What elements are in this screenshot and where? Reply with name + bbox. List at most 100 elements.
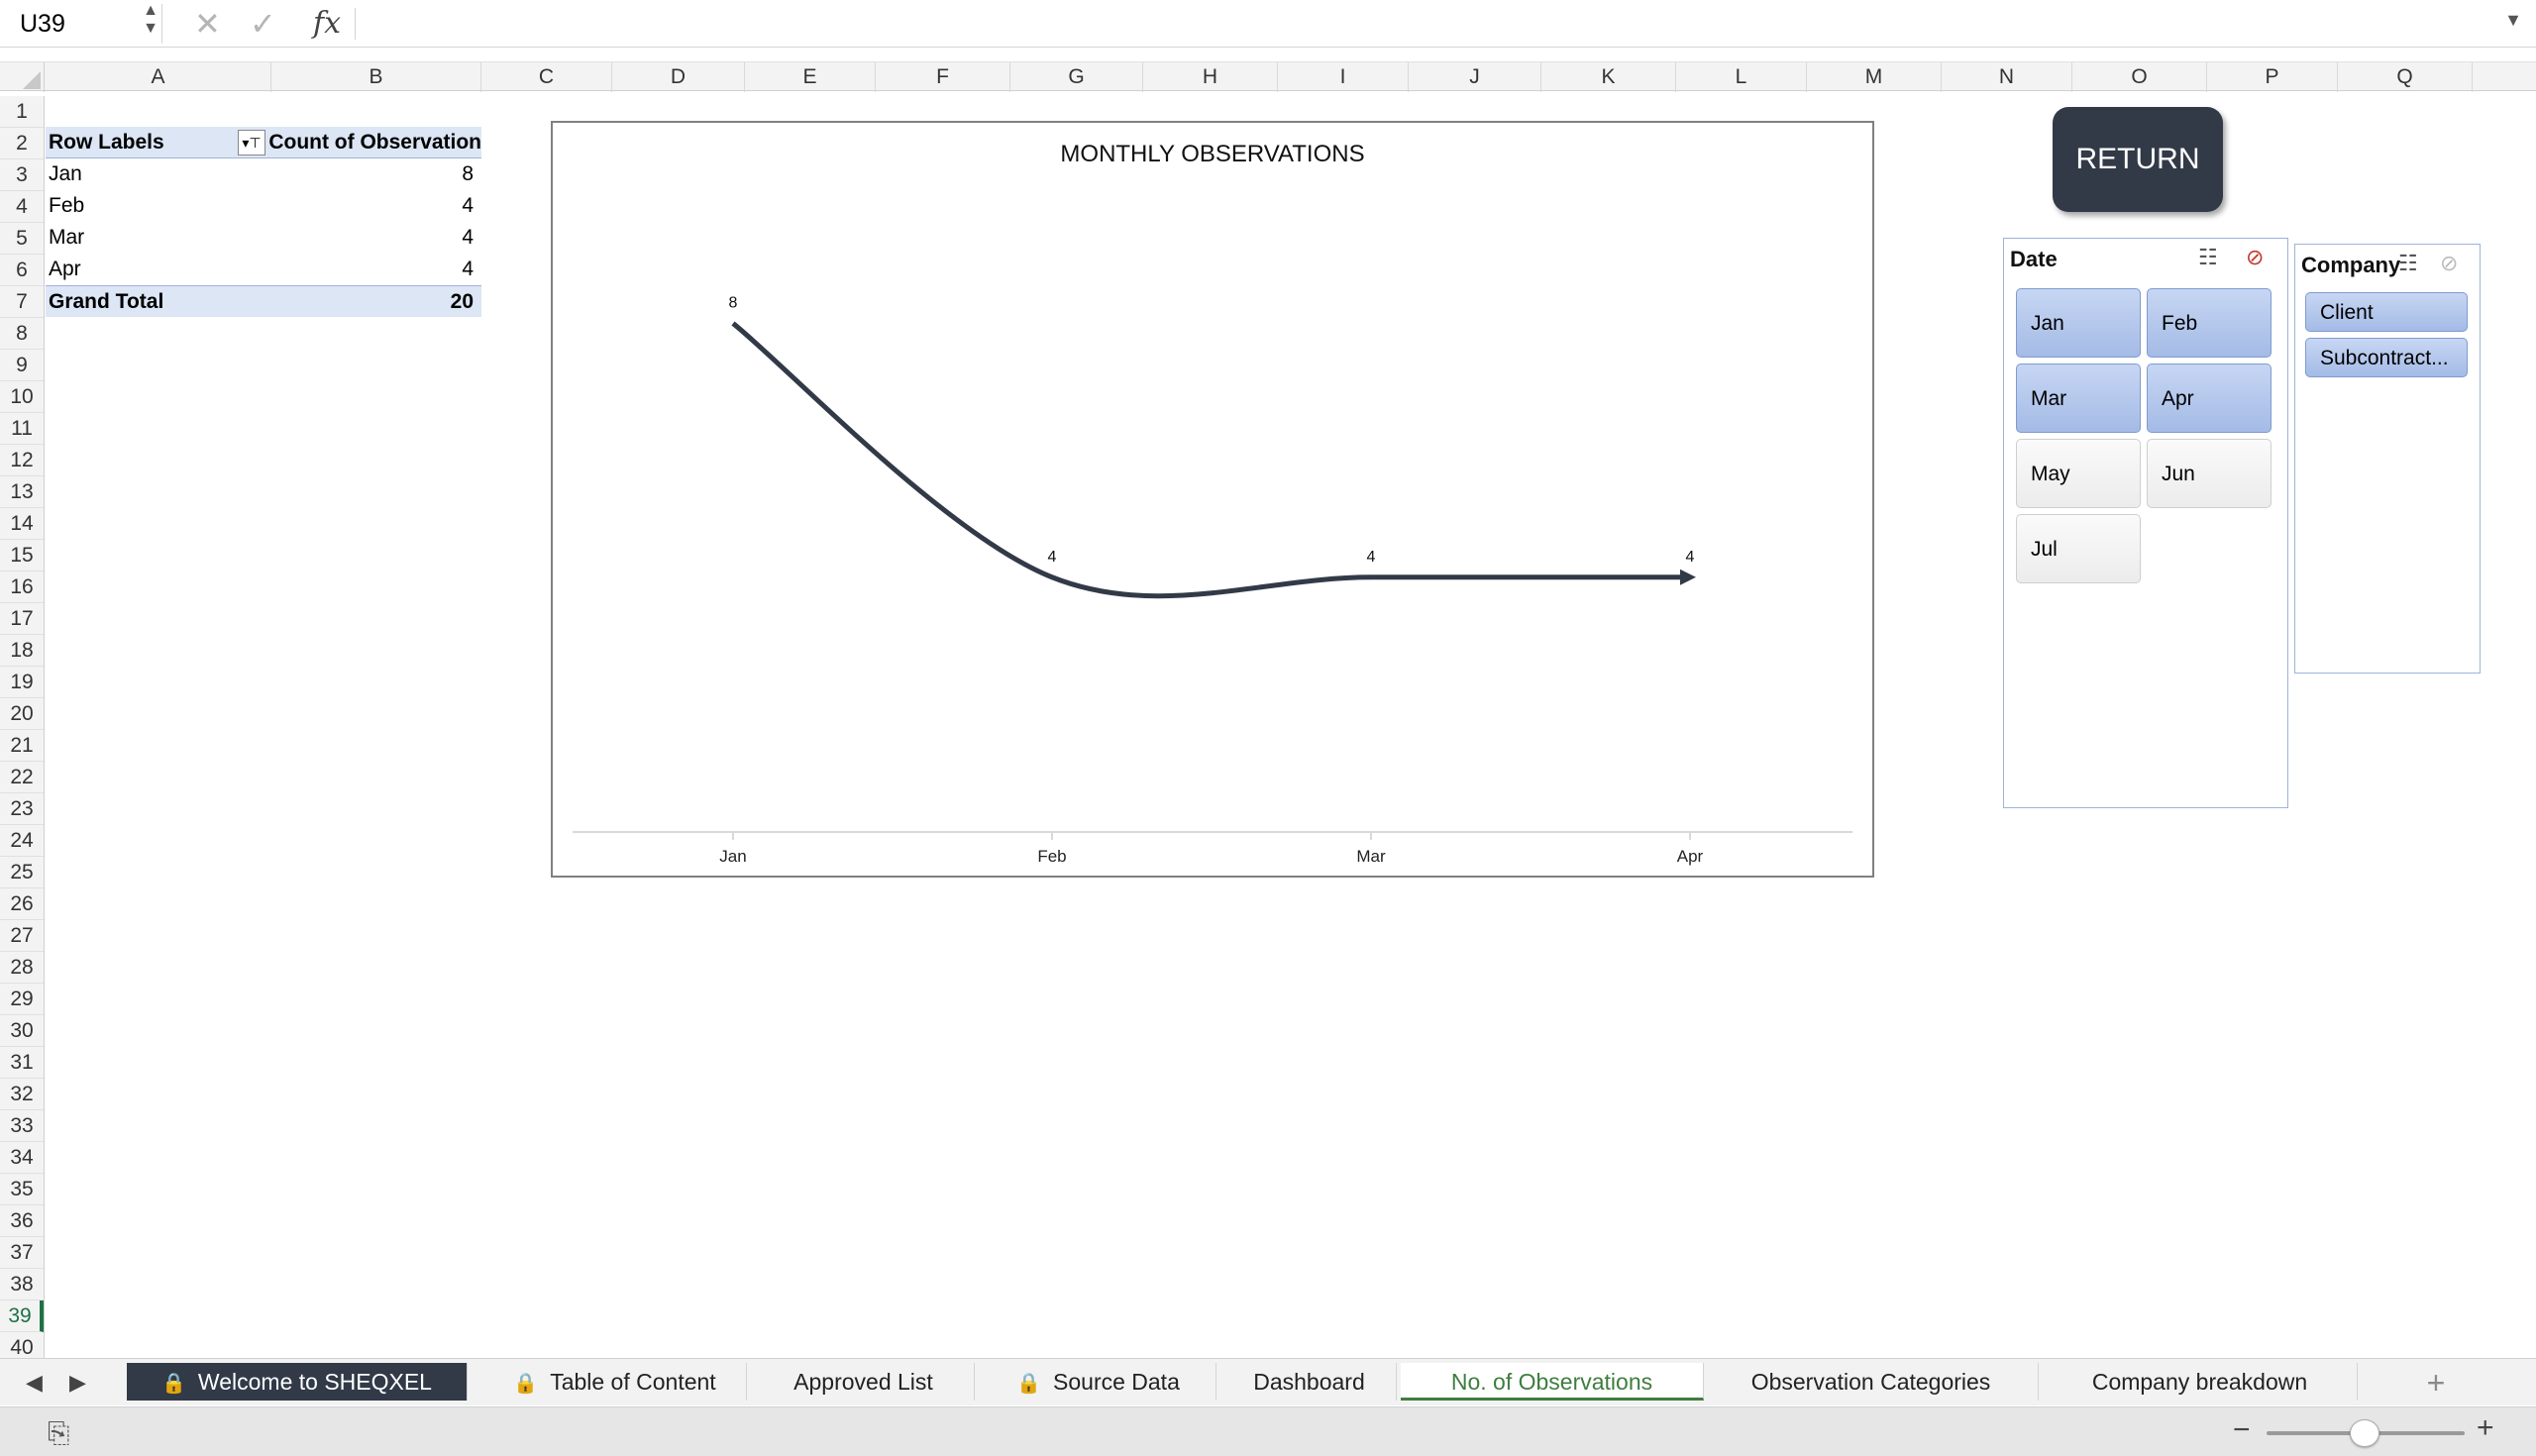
row-header[interactable]: 11 [0,413,44,445]
column-header[interactable]: H [1143,62,1278,92]
slicer-item-company[interactable]: Client [2305,292,2468,332]
slicer-item-mar[interactable]: Mar [2016,364,2141,433]
row-header[interactable]: 25 [0,857,44,888]
zoom-out-icon[interactable]: − [2233,1413,2251,1447]
column-header[interactable]: L [1676,62,1807,92]
row-header[interactable]: 27 [0,920,44,952]
column-header[interactable]: N [1942,62,2072,92]
column-header[interactable]: I [1278,62,1409,92]
row-header[interactable]: 31 [0,1047,44,1079]
sheet-tab[interactable]: 🔒 Table of Content [483,1363,747,1401]
slicer-item-company[interactable]: Subcontract... [2305,338,2468,377]
row-header[interactable]: 38 [0,1269,44,1300]
row-header[interactable]: 37 [0,1237,44,1269]
multi-select-icon[interactable]: ☷ [2398,251,2418,276]
row-header[interactable]: 32 [0,1079,44,1110]
row-header[interactable]: 9 [0,350,44,381]
row-header[interactable]: 26 [0,888,44,920]
formula-input[interactable] [369,4,2449,44]
column-header[interactable]: K [1541,62,1676,92]
pivot-row-labels-header[interactable]: Row Labels [49,127,164,158]
row-header[interactable]: 3 [0,159,44,191]
column-header[interactable]: E [745,62,876,92]
page-layout-icon[interactable]: ⎘ [48,1417,69,1450]
row-header[interactable]: 6 [0,255,44,286]
zoom-in-icon[interactable]: + [2477,1411,2494,1445]
chevron-down-icon[interactable]: ▼ [2504,10,2522,31]
row-header[interactable]: 13 [0,476,44,508]
column-header[interactable]: D [612,62,745,92]
line-chart[interactable]: MONTHLY OBSERVATIONS 8 Jan 4 Feb 4 Mar 4 Apr [551,121,1874,878]
row-header[interactable]: 12 [0,445,44,476]
row-header[interactable]: 17 [0,603,44,635]
multi-select-icon[interactable]: ☷ [2198,245,2218,270]
sheet-tab[interactable]: Observation Categories [1704,1363,2039,1401]
column-header[interactable]: Q [2338,62,2473,92]
sheet-tab[interactable]: Approved List [753,1363,975,1401]
cancel-icon[interactable]: ✕ [194,4,221,44]
column-header[interactable]: F [876,62,1010,92]
zoom-slider-thumb[interactable] [2350,1419,2379,1447]
sheet-tab[interactable]: Company breakdown [2043,1363,2358,1401]
row-header[interactable]: 19 [0,667,44,698]
sheet-tab[interactable]: No. of Observations [1401,1363,1704,1401]
row-header[interactable]: 2 [0,128,44,159]
row-header[interactable]: 8 [0,318,44,350]
filter-dropdown-icon[interactable]: ▾⊤ [238,130,265,156]
row-header[interactable]: 15 [0,540,44,572]
pivot-row[interactable]: Jan 8 [46,158,481,190]
sheet-tab[interactable]: 🔒 Source Data [981,1363,1216,1401]
row-header[interactable]: 30 [0,1015,44,1047]
clear-filter-icon[interactable]: ⊘ [2246,245,2264,270]
row-header[interactable]: 7 [0,286,44,318]
return-button[interactable]: RETURN [2053,107,2223,212]
sheet-tab[interactable]: Dashboard [1222,1363,1397,1401]
pivot-row[interactable]: Mar 4 [46,222,481,254]
column-header[interactable]: G [1010,62,1143,92]
row-header[interactable]: 18 [0,635,44,667]
slicer-item-feb[interactable]: Feb [2147,288,2272,358]
row-header[interactable]: 23 [0,793,44,825]
row-header[interactable]: 29 [0,984,44,1015]
row-header[interactable]: 36 [0,1205,44,1237]
row-header[interactable]: 16 [0,572,44,603]
column-header[interactable]: A [46,62,271,92]
slicer-item-jan[interactable]: Jan [2016,288,2141,358]
pivot-grand-total-row[interactable]: Grand Total 20 [46,285,481,317]
sheet-tab[interactable]: 🔒 Welcome to SHEQXEL [127,1363,468,1401]
row-header[interactable]: 1 [0,96,44,128]
row-header[interactable]: 33 [0,1110,44,1142]
scroll-tabs-right-icon[interactable]: ▶ [69,1359,86,1406]
row-header[interactable]: 22 [0,762,44,793]
confirm-icon[interactable]: ✓ [250,4,276,44]
pivot-value-header[interactable]: Count of Observation [268,127,481,158]
pivot-row[interactable]: Feb 4 [46,190,481,222]
row-header[interactable]: 35 [0,1174,44,1205]
pivot-row[interactable]: Apr 4 [46,254,481,285]
row-header[interactable]: 14 [0,508,44,540]
row-header[interactable]: 21 [0,730,44,762]
column-header[interactable]: O [2072,62,2207,92]
column-header[interactable]: J [1409,62,1541,92]
row-header[interactable]: 20 [0,698,44,730]
slicer-item-jun[interactable]: Jun [2147,439,2272,508]
row-header[interactable]: 34 [0,1142,44,1174]
function-icon[interactable]: fx [313,4,341,44]
row-header[interactable]: 10 [0,381,44,413]
row-header[interactable]: 39 [0,1300,44,1332]
row-header[interactable]: 28 [0,952,44,984]
row-header[interactable]: 24 [0,825,44,857]
slicer-item-apr[interactable]: Apr [2147,364,2272,433]
row-header[interactable]: 40 [0,1332,44,1358]
row-header[interactable]: 5 [0,223,44,255]
slicer-item-jul[interactable]: Jul [2016,514,2141,583]
scroll-tabs-left-icon[interactable]: ◀ [26,1359,43,1406]
name-box-spinner-icon[interactable]: ▲ ▼ [141,2,160,42]
column-header[interactable]: M [1807,62,1942,92]
clear-filter-icon[interactable]: ⊘ [2440,251,2458,276]
select-all-corner[interactable] [0,62,45,92]
column-header[interactable]: B [271,62,481,92]
row-header[interactable]: 4 [0,191,44,223]
add-sheet-button[interactable]: + [2401,1359,2471,1406]
column-header[interactable]: C [481,62,612,92]
